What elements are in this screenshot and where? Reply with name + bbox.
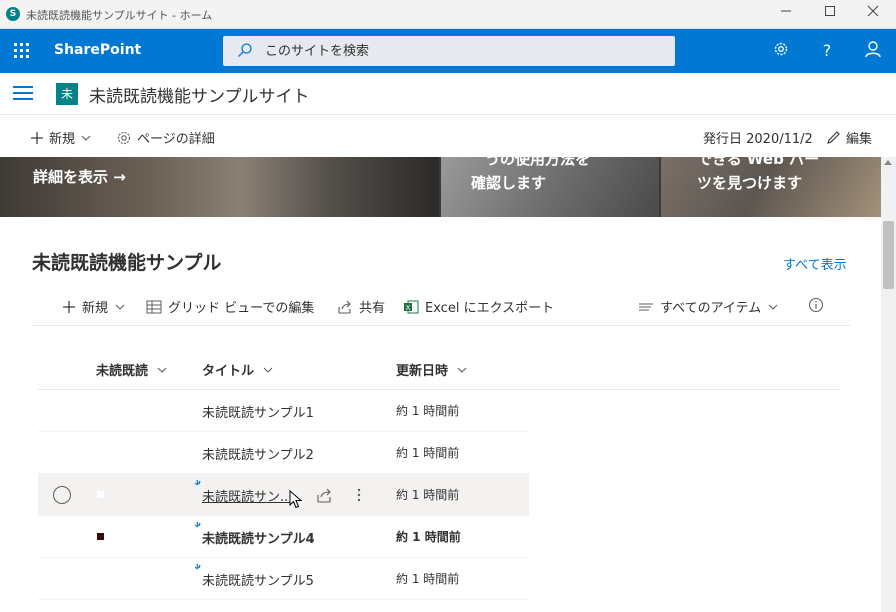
- excel-icon: X: [404, 300, 419, 313]
- page-details-label: ページの詳細: [137, 132, 215, 147]
- page-details-button[interactable]: ページの詳細: [116, 128, 215, 147]
- share-icon[interactable]: [315, 486, 333, 504]
- item-title-link[interactable]: 未読既読サンプル2: [202, 444, 314, 463]
- hero-tile-3-line2: ツを見つけます: [697, 174, 803, 192]
- list-new-button[interactable]: 新規: [62, 297, 126, 316]
- chevron-down-icon: [768, 304, 778, 310]
- item-modified: 約 1 時間前: [396, 530, 461, 544]
- grid-icon: [146, 300, 162, 313]
- hero-tile-3[interactable]: できる Web パー ツを見つけます: [661, 157, 881, 217]
- published-date: 発行日 2020/11/2: [703, 128, 813, 147]
- maximize-icon[interactable]: [819, 4, 841, 24]
- item-modified: 約 1 時間前: [396, 488, 460, 502]
- hamburger-menu-icon[interactable]: [13, 86, 33, 100]
- chevron-down-icon: [81, 135, 91, 141]
- row-select-checkbox[interactable]: [53, 486, 71, 504]
- site-search-box[interactable]: [223, 36, 675, 66]
- page-command-bar: 新規 ページの詳細 発行日 2020/11/2 編集: [0, 116, 896, 156]
- excel-export-button[interactable]: X Excel にエクスポート: [403, 297, 554, 316]
- edit-label: 編集: [846, 132, 873, 147]
- scroll-up-arrow-icon[interactable]: [884, 160, 892, 165]
- table-row[interactable]: 未読既読サンプル4 約 1 時間前: [38, 516, 529, 558]
- chevron-down-icon: [263, 367, 273, 373]
- close-icon[interactable]: [862, 4, 884, 24]
- hero-tile-2-line1: うの使用方法を: [485, 157, 591, 168]
- new-button[interactable]: 新規: [30, 128, 92, 147]
- view-label: すべてのアイテム: [660, 301, 762, 316]
- item-modified: 約 1 時間前: [396, 572, 460, 586]
- column-header-title[interactable]: タイトル: [202, 360, 274, 379]
- search-icon: [238, 43, 252, 57]
- minimize-icon[interactable]: [775, 4, 797, 24]
- sharepoint-app-icon: S: [6, 7, 20, 21]
- item-title-link[interactable]: 未読既読サン...: [202, 486, 292, 505]
- unread-status-mark: [97, 533, 104, 540]
- gear-icon: [117, 131, 131, 144]
- plus-icon: [31, 131, 43, 144]
- item-title-link[interactable]: 未読既読サンプル1: [202, 402, 314, 421]
- new-label: 新規: [49, 132, 76, 147]
- column-header-label: タイトル: [202, 364, 255, 379]
- table-row[interactable]: 未読既読サンプル2 約 1 時間前: [38, 432, 529, 474]
- info-icon: [808, 297, 824, 313]
- site-title[interactable]: 未読既読機能サンプルサイト: [89, 82, 310, 107]
- search-input[interactable]: [265, 36, 665, 66]
- site-header: 未 未読既読機能サンプルサイト: [0, 73, 896, 115]
- window-title-bar: S 未読既読機能サンプルサイト - ホーム: [0, 0, 896, 29]
- column-header-label: 未読既読: [96, 364, 149, 379]
- window-title: 未読既読機能サンプルサイト - ホーム: [26, 9, 213, 22]
- read-status-mark: [97, 491, 104, 498]
- more-actions-icon[interactable]: [350, 486, 368, 504]
- user-profile-icon[interactable]: [862, 40, 884, 62]
- published-date-text: 発行日 2020/11/2: [703, 132, 813, 147]
- column-header-modified[interactable]: 更新日時: [396, 360, 468, 379]
- table-row[interactable]: 未読既読サンプル5 約 1 時間前: [38, 558, 529, 600]
- plus-icon: [63, 300, 75, 313]
- edit-button[interactable]: 編集: [826, 128, 872, 147]
- svg-text:X: X: [406, 304, 411, 312]
- view-selector[interactable]: すべてのアイテム: [638, 297, 779, 316]
- excel-export-label: Excel にエクスポート: [425, 301, 555, 316]
- list-title: 未読既読機能サンプル: [32, 252, 222, 274]
- table-row[interactable]: 未読既読サン... 約 1 時間前: [38, 474, 529, 516]
- list-command-bar: 新規 グリッド ビューでの編集 共有 X Excel にエクスポート すべてのア…: [32, 288, 850, 326]
- list-new-label: 新規: [82, 301, 109, 316]
- hero-tile-2[interactable]: うの使用方法を 確認します: [441, 157, 659, 217]
- pencil-icon: [827, 131, 840, 144]
- item-title-link[interactable]: 未読既読サンプル4: [202, 528, 315, 547]
- scrollbar-thumb[interactable]: [883, 221, 894, 289]
- settings-gear-icon[interactable]: [770, 40, 792, 62]
- share-label: 共有: [359, 301, 386, 316]
- hero-tile-2-line2: 確認します: [471, 174, 547, 192]
- help-icon[interactable]: ?: [816, 40, 838, 62]
- chevron-down-icon: [457, 367, 467, 373]
- chevron-down-icon: [157, 367, 167, 373]
- suite-bar: SharePoint ?: [0, 29, 896, 73]
- grid-edit-button[interactable]: グリッド ビューでの編集: [146, 297, 314, 316]
- column-header-label: 更新日時: [396, 364, 449, 379]
- page-scrollbar[interactable]: [881, 157, 896, 612]
- waffle-icon[interactable]: [14, 43, 30, 59]
- column-header-read-status[interactable]: 未読既読: [96, 360, 168, 379]
- hero-tile-1[interactable]: 詳細を表示 →: [0, 157, 439, 217]
- view-lines-icon: [639, 303, 653, 310]
- item-modified: 約 1 時間前: [396, 404, 460, 418]
- item-title-link[interactable]: 未読既読サンプル5: [202, 570, 314, 589]
- share-icon: [338, 300, 351, 314]
- hero-tile-1-text: 詳細を表示 →: [33, 168, 126, 186]
- item-modified: 約 1 時間前: [396, 446, 460, 460]
- hero-web-part: 詳細を表示 → うの使用方法を 確認します できる Web パー ツを見つけます: [0, 157, 881, 217]
- table-row[interactable]: 未読既読サンプル1 約 1 時間前: [38, 390, 529, 432]
- chevron-down-icon: [115, 304, 125, 310]
- info-button[interactable]: [808, 297, 824, 313]
- mouse-cursor-icon: [289, 490, 303, 509]
- site-logo[interactable]: 未: [56, 83, 78, 105]
- sharepoint-brand-link[interactable]: SharePoint: [54, 42, 141, 58]
- hero-tile-3-line1: できる Web パー: [697, 157, 820, 168]
- see-all-link[interactable]: すべて表示: [783, 254, 847, 273]
- grid-edit-label: グリッド ビューでの編集: [168, 301, 315, 316]
- share-button[interactable]: 共有: [337, 297, 385, 316]
